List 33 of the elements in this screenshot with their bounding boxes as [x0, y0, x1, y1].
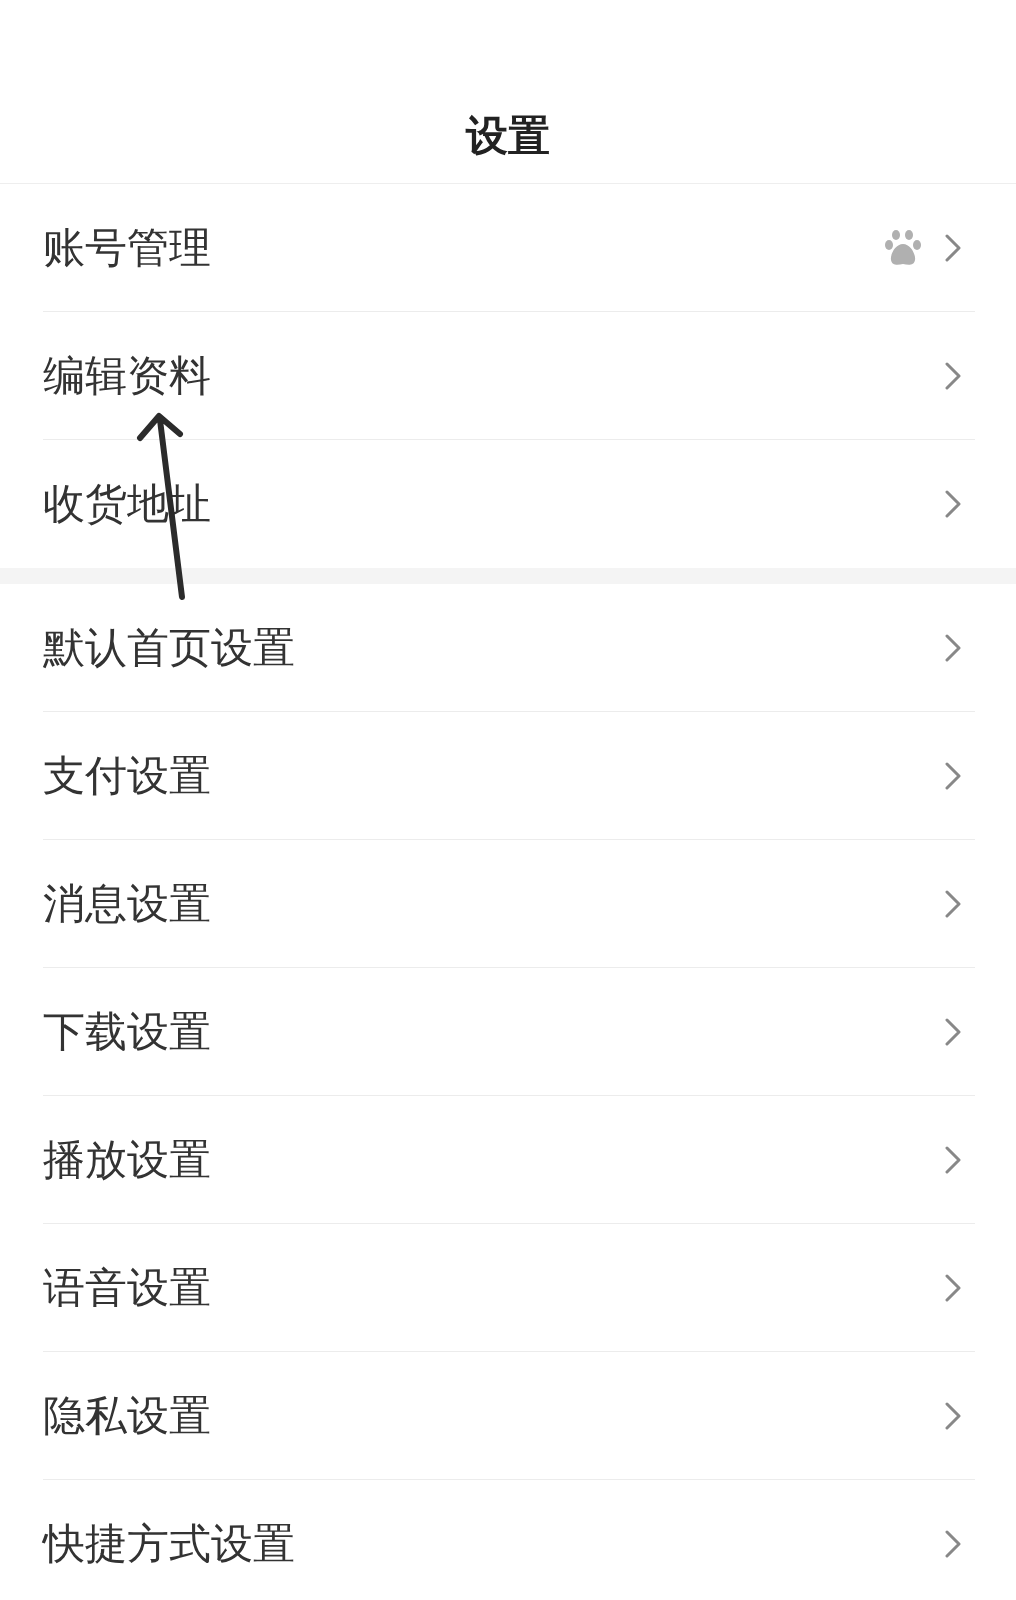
chevron-right-icon: [945, 1273, 961, 1302]
row-label: 账号管理: [43, 226, 211, 269]
chevron-right-icon: [945, 1145, 961, 1174]
row-label: 消息设置: [43, 882, 211, 925]
settings-row[interactable]: 支付设置: [43, 712, 975, 840]
chevron-right-icon: [945, 490, 961, 518]
row-label: 语音设置: [43, 1266, 211, 1309]
page-title: 设置: [466, 115, 550, 157]
row-label: 播放设置: [43, 1138, 211, 1181]
settings-row[interactable]: 语音设置: [43, 1224, 975, 1352]
chevron-right-icon: [945, 1401, 961, 1430]
settings-row[interactable]: 隐私设置: [43, 1352, 975, 1480]
settings-row[interactable]: 播放设置: [43, 1096, 975, 1224]
row-label: 默认首页设置: [43, 626, 295, 669]
chevron-right-icon: [945, 633, 961, 662]
row-label: 快捷方式设置: [43, 1523, 295, 1565]
chevron-right-icon: [945, 889, 961, 918]
chevron-right-icon: [945, 361, 961, 390]
settings-row[interactable]: 下载设置: [43, 968, 975, 1096]
row-label: 编辑资料: [43, 354, 211, 397]
chevron-right-icon: [945, 233, 961, 262]
settings-row[interactable]: 消息设置: [43, 840, 975, 968]
settings-row[interactable]: 快捷方式设置: [43, 1480, 975, 1600]
settings-row[interactable]: 账号管理: [43, 184, 975, 312]
row-label: 下载设置: [43, 1010, 211, 1053]
chevron-right-icon: [945, 1017, 961, 1046]
chevron-right-icon: [945, 761, 961, 790]
chevron-right-icon: [945, 1530, 961, 1558]
row-label: 隐私设置: [43, 1394, 211, 1437]
settings-row[interactable]: 编辑资料: [43, 312, 975, 440]
settings-row[interactable]: 默认首页设置: [43, 584, 975, 712]
paw-icon: [885, 228, 921, 267]
row-label: 支付设置: [43, 754, 211, 797]
